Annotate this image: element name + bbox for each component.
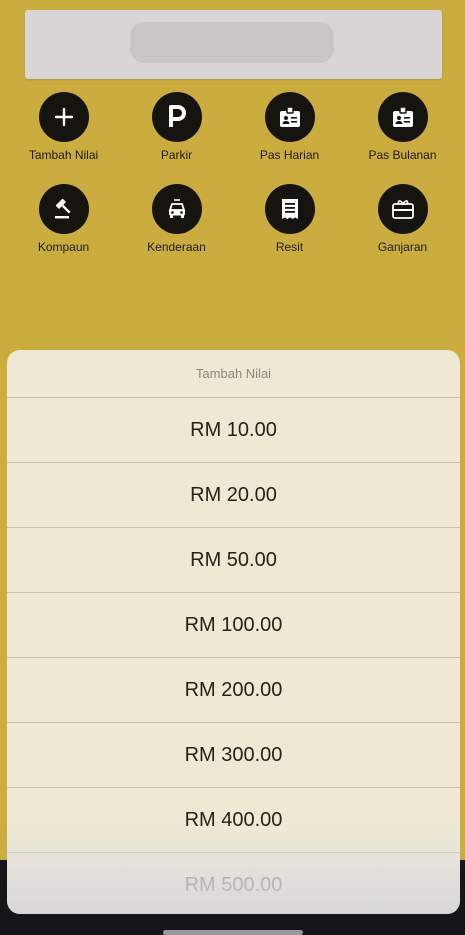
- balance-placeholder: [130, 22, 334, 63]
- menu-parkir[interactable]: Parkir: [120, 92, 233, 162]
- amount-option-100[interactable]: RM 100.00: [7, 593, 460, 658]
- receipt-icon: [264, 184, 315, 234]
- tambah-nilai-sheet: Tambah Nilai RM 10.00 RM 20.00 RM 50.00 …: [7, 350, 460, 914]
- amount-option-20[interactable]: RM 20.00: [7, 463, 460, 528]
- id-badge-icon: [264, 92, 315, 142]
- menu-label: Tambah Nilai: [28, 148, 99, 162]
- car-icon: [151, 184, 202, 234]
- menu-kenderaan[interactable]: Kenderaan: [120, 184, 233, 254]
- menu-tambah-nilai[interactable]: Tambah Nilai: [7, 92, 120, 162]
- parking-icon: [151, 92, 202, 142]
- menu-label: Kompaun: [37, 240, 90, 254]
- balance-card: [25, 10, 442, 79]
- amount-option-10[interactable]: RM 10.00: [7, 398, 460, 463]
- menu-resit[interactable]: Resit: [233, 184, 346, 254]
- menu-pas-bulanan[interactable]: Pas Bulanan: [346, 92, 459, 162]
- menu-label: Kenderaan: [147, 240, 206, 254]
- menu-label: Resit: [275, 240, 304, 254]
- gift-card-icon: [377, 184, 428, 234]
- amount-option-300[interactable]: RM 300.00: [7, 723, 460, 788]
- menu-kompaun[interactable]: Kompaun: [7, 184, 120, 254]
- menu-label: Parkir: [160, 148, 193, 162]
- home-indicator[interactable]: [163, 930, 303, 935]
- menu-label: Pas Bulanan: [368, 148, 437, 162]
- gavel-icon: [38, 184, 89, 234]
- id-badge-icon: [377, 92, 428, 142]
- menu-ganjaran[interactable]: Ganjaran: [346, 184, 459, 254]
- menu-pas-harian[interactable]: Pas Harian: [233, 92, 346, 162]
- amount-option-400[interactable]: RM 400.00: [7, 788, 460, 853]
- sheet-title: Tambah Nilai: [7, 350, 460, 398]
- menu-label: Ganjaran: [377, 240, 428, 254]
- amount-option-500[interactable]: RM 500.00: [7, 853, 460, 914]
- menu-label: Pas Harian: [259, 148, 320, 162]
- amount-option-200[interactable]: RM 200.00: [7, 658, 460, 723]
- amount-option-50[interactable]: RM 50.00: [7, 528, 460, 593]
- plus-icon: [38, 92, 89, 142]
